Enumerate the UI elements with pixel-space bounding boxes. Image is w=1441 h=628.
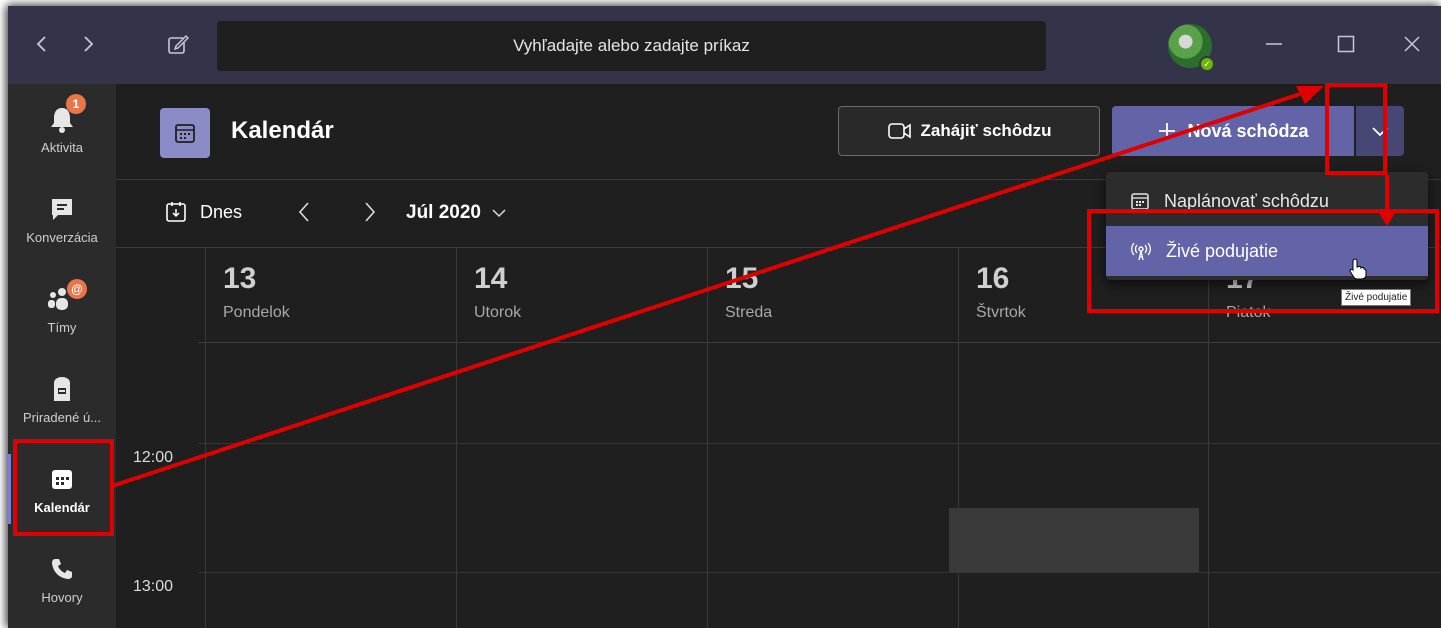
broadcast-icon <box>1131 242 1151 261</box>
day-name: Štvrtok <box>976 304 1026 321</box>
day-column[interactable] <box>456 342 707 628</box>
time-label: 13:00 <box>133 578 174 595</box>
maximize-icon <box>1337 35 1355 53</box>
day-number: 14 <box>474 262 508 295</box>
meet-now-button[interactable]: Zahájiť schôdzu <box>838 106 1100 156</box>
calendar-header: Kalendár Zahájiť schôdzu Nová schôdza <box>116 84 1441 180</box>
close-icon <box>1404 36 1420 52</box>
rail-item-chat[interactable]: Konverzácia <box>8 174 116 264</box>
search-placeholder: Vyhľadajte alebo zadajte príkaz <box>513 36 750 55</box>
app-rail: Aktivita 1 Konverzácia Tímy @ Priradené … <box>8 84 116 628</box>
maximize-button[interactable] <box>1326 28 1366 60</box>
month-picker[interactable]: Júl 2020 <box>406 202 507 224</box>
time-label: 12:00 <box>133 449 174 466</box>
day-number: 13 <box>223 262 257 295</box>
day-name: Pondelok <box>223 304 290 321</box>
week-grid: 13 Pondelok 14 Utorok 15 Streda 16 Štvrt… <box>116 248 1441 628</box>
calendar-icon <box>1131 193 1149 210</box>
mention-badge: @ <box>67 279 87 299</box>
today-label: Dnes <box>200 201 243 222</box>
chevron-right-icon <box>84 36 94 52</box>
compose-icon <box>168 34 189 54</box>
rail-item-label: Kalendár <box>34 499 90 515</box>
calendar-today-icon <box>166 202 186 222</box>
new-meeting-label: Nová schôdza <box>1187 120 1309 141</box>
hand-cursor-icon <box>1349 258 1367 285</box>
next-week-button[interactable] <box>362 200 378 229</box>
page-title: Kalendár <box>231 117 334 144</box>
search-input[interactable]: Vyhľadajte alebo zadajte príkaz <box>217 21 1046 71</box>
chevron-left-icon <box>36 36 46 52</box>
rail-item-label: Tímy <box>47 319 77 335</box>
menu-item-schedule-meeting[interactable]: Naplánovať schôdzu <box>1106 176 1428 226</box>
day-name: Piatok <box>1226 304 1271 321</box>
chevron-right-icon <box>365 202 376 222</box>
assignments-icon <box>47 374 77 404</box>
rail-item-label: Konverzácia <box>26 229 98 245</box>
compose-button[interactable] <box>162 28 194 60</box>
minimize-icon <box>1266 43 1282 45</box>
rail-item-calls[interactable]: Hovory <box>8 534 116 624</box>
day-column[interactable] <box>1208 342 1441 628</box>
rail-item-label: Priradené ú... <box>22 409 102 425</box>
phone-icon <box>47 554 77 584</box>
menu-item-label: Naplánovať schôdzu <box>1164 190 1329 211</box>
chevron-down-icon <box>1372 127 1388 137</box>
chat-icon <box>47 194 77 224</box>
chevron-down-icon <box>492 209 506 218</box>
presence-available-icon: ✓ <box>1199 56 1215 72</box>
calendar-icon <box>47 464 77 494</box>
day-column[interactable] <box>707 342 958 628</box>
calendar-main: Kalendár Zahájiť schôdzu Nová schôdza Dn… <box>116 84 1441 628</box>
minimize-button[interactable] <box>1254 28 1294 60</box>
day-name: Utorok <box>474 304 522 321</box>
day-name: Streda <box>725 304 773 321</box>
day-column[interactable] <box>958 342 1208 628</box>
day-header[interactable]: 13 Pondelok <box>205 248 456 342</box>
current-time-slot[interactable] <box>949 508 1199 572</box>
rail-item-calendar[interactable]: Kalendár <box>8 444 116 534</box>
rail-item-label: Aktivita <box>41 139 83 155</box>
day-number: 15 <box>725 262 759 295</box>
menu-item-live-event[interactable]: Živé podujatie <box>1106 226 1428 276</box>
back-button[interactable] <box>28 28 56 60</box>
title-bar: Vyhľadajte alebo zadajte príkaz ✓ <box>8 6 1441 84</box>
video-camera-icon <box>887 123 911 139</box>
activity-count-badge: 1 <box>66 94 86 114</box>
calendar-app-icon <box>160 108 210 158</box>
rail-item-activity[interactable]: Aktivita 1 <box>8 84 116 174</box>
today-button[interactable]: Dnes <box>164 200 242 224</box>
meet-now-label: Zahájiť schôdzu <box>920 121 1052 140</box>
rail-item-teams[interactable]: Tímy @ <box>8 264 116 354</box>
month-label: Júl 2020 <box>406 202 481 223</box>
day-header[interactable]: 14 Utorok <box>456 248 707 342</box>
close-button[interactable] <box>1392 28 1432 60</box>
live-event-tooltip: Živé podujatie <box>1341 289 1412 306</box>
rail-item-label: Hovory <box>41 589 83 605</box>
teams-window: Vyhľadajte alebo zadajte príkaz ✓ Aktivi… <box>8 6 1441 628</box>
forward-button[interactable] <box>74 28 102 60</box>
rail-item-assignments[interactable]: Priradené ú... <box>8 354 116 444</box>
new-meeting-button[interactable]: Nová schôdza <box>1112 106 1354 156</box>
day-column[interactable] <box>205 342 456 628</box>
chevron-left-icon <box>298 202 309 222</box>
calendar-icon <box>175 124 195 143</box>
new-meeting-menu: Naplánovať schôdzu Živé podujatie <box>1106 172 1428 280</box>
day-header[interactable]: 15 Streda <box>707 248 958 342</box>
plus-icon <box>1159 123 1176 139</box>
menu-item-label: Živé podujatie <box>1166 240 1279 261</box>
new-meeting-dropdown-button[interactable] <box>1356 106 1404 156</box>
previous-week-button[interactable] <box>296 200 312 229</box>
